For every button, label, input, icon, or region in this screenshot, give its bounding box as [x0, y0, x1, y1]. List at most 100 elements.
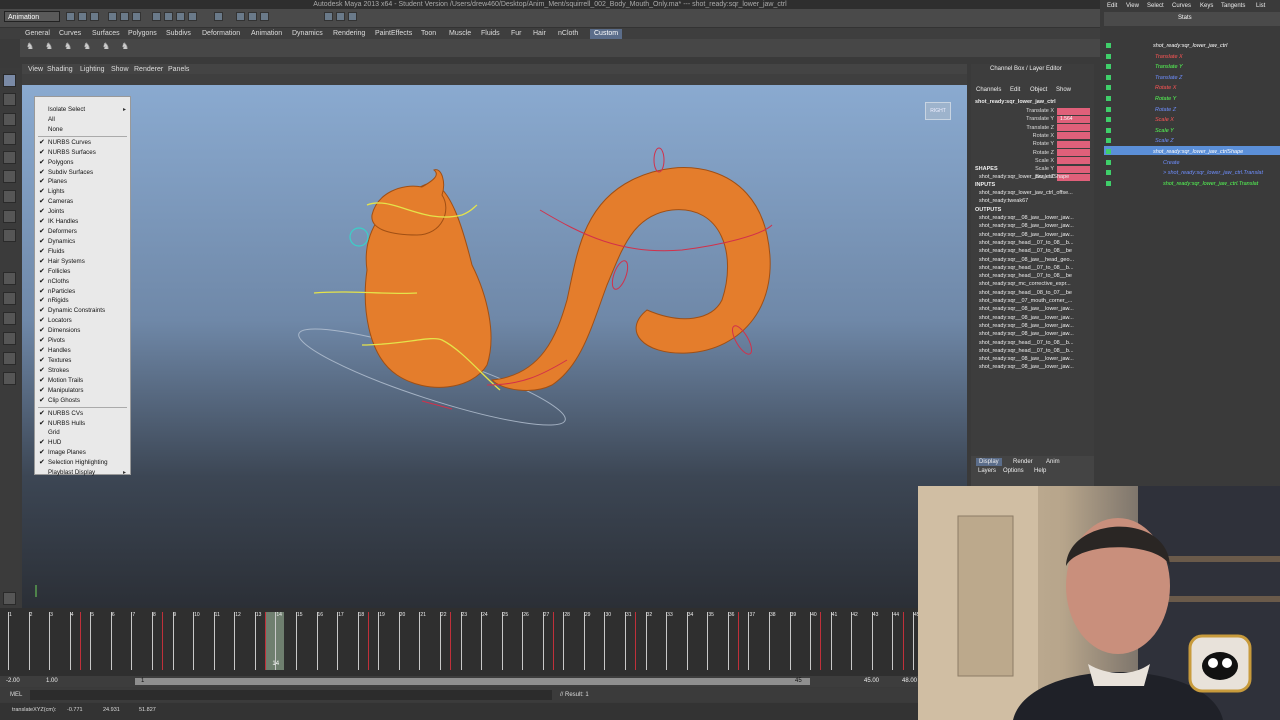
- show-menu-item[interactable]: Textures ✔: [35, 356, 130, 366]
- panel-menu-renderer[interactable]: Renderer: [134, 65, 163, 74]
- shelf-tool-icon[interactable]: ♞: [64, 41, 73, 52]
- graph-outliner-item[interactable]: Rotate Z: [1155, 105, 1176, 116]
- graph-menu-curves[interactable]: Curves: [1172, 2, 1191, 10]
- shelf-tab-polygons[interactable]: Polygons: [128, 29, 157, 39]
- start-time[interactable]: -2.00: [6, 677, 20, 686]
- history-icon[interactable]: [214, 12, 223, 21]
- layer-menu-help[interactable]: Help: [1034, 467, 1046, 475]
- shelf-options-icon[interactable]: [3, 592, 16, 605]
- show-menu-item[interactable]: Playblast Display ▸: [35, 468, 130, 478]
- shelf-tool-icon[interactable]: ♞: [26, 41, 35, 52]
- layout-hypershade-icon[interactable]: [3, 352, 16, 365]
- show-menu-item[interactable]: Joints ✔: [35, 207, 130, 217]
- soft-mod-icon[interactable]: [3, 229, 16, 242]
- shelf-tab-muscle[interactable]: Muscle: [449, 29, 471, 39]
- channel-attr-label[interactable]: Rotate X: [990, 132, 1054, 140]
- output-node[interactable]: shot_ready:sqr_head__07_to_08__be: [979, 247, 1072, 255]
- show-menu-item[interactable]: None: [35, 125, 130, 135]
- channel-box-menu-object[interactable]: Object: [1030, 86, 1047, 94]
- show-menu-item[interactable]: NURBS Hulls ✔: [35, 419, 130, 429]
- output-node[interactable]: shot_ready:sqr__07_mouth_corner_...: [979, 297, 1072, 305]
- panel-menu-view[interactable]: View: [28, 65, 43, 74]
- shelf-tab-animation[interactable]: Animation: [251, 29, 282, 39]
- shelf-tab-custom[interactable]: Custom: [590, 29, 623, 39]
- channel-attr-value[interactable]: [1057, 157, 1090, 165]
- shelf-tool-icon[interactable]: ♞: [102, 41, 111, 52]
- shelf-tab-dynamics[interactable]: Dynamics: [292, 29, 323, 39]
- graph-menu-select[interactable]: Select: [1147, 2, 1164, 10]
- show-menu-item[interactable]: Pivots ✔: [35, 336, 130, 346]
- render-settings-icon[interactable]: [260, 12, 269, 21]
- show-menu-item[interactable]: Selection Highlighting ✔: [35, 458, 130, 468]
- output-node[interactable]: shot_ready:sqr__08_jaw__lower_jaw...: [979, 363, 1074, 371]
- graph-menu-tangents[interactable]: Tangents: [1221, 2, 1245, 10]
- save-scene-icon[interactable]: [90, 12, 99, 21]
- channel-box-menu-channels[interactable]: Channels: [976, 86, 1001, 94]
- channel-attr-value[interactable]: [1057, 132, 1090, 140]
- output-node[interactable]: shot_ready:sqr__08_jaw__lower_jaw...: [979, 305, 1074, 313]
- output-node[interactable]: shot_ready:sqr__08_jaw__lower_jaw...: [979, 314, 1074, 322]
- shelf-tool-icon[interactable]: ♞: [45, 41, 54, 52]
- show-menu-item[interactable]: Polygons ✔: [35, 158, 130, 168]
- attribute-editor-icon[interactable]: [324, 12, 333, 21]
- channel-attr-label[interactable]: Scale X: [990, 157, 1054, 165]
- lasso-tool-icon[interactable]: [3, 93, 16, 106]
- shelf-tab-rendering[interactable]: Rendering: [333, 29, 365, 39]
- input-node[interactable]: shot_ready:sqr_lower_jaw_ctrl_offse...: [979, 189, 1073, 197]
- panel-menu-shading[interactable]: Shading: [47, 65, 73, 74]
- graph-menu-view[interactable]: View: [1126, 2, 1139, 10]
- graph-menu-list[interactable]: List: [1256, 2, 1265, 10]
- show-menu-item[interactable]: Follicles ✔: [35, 267, 130, 277]
- snap-curve-icon[interactable]: [164, 12, 173, 21]
- channel-attr-label[interactable]: Translate Z: [990, 124, 1054, 132]
- output-node[interactable]: shot_ready:sqr__08_jaw__lower_jaw...: [979, 322, 1074, 330]
- output-node[interactable]: shot_ready:sqr_head__07_to_08__be: [979, 272, 1072, 280]
- new-scene-icon[interactable]: [66, 12, 75, 21]
- snap-grid-icon[interactable]: [152, 12, 161, 21]
- show-menu-item[interactable]: NURBS Curves ✔: [35, 138, 130, 148]
- show-menu-item[interactable]: Handles ✔: [35, 346, 130, 356]
- scale-tool-icon[interactable]: [3, 170, 16, 183]
- show-menu-item[interactable]: Lights ✔: [35, 187, 130, 197]
- channel-box-icon[interactable]: [348, 12, 357, 21]
- select-hierarchy-icon[interactable]: [108, 12, 117, 21]
- show-menu-item[interactable]: HUD ✔: [35, 438, 130, 448]
- show-menu-item[interactable]: Subdiv Surfaces ✔: [35, 168, 130, 178]
- output-node[interactable]: shot_ready:sqr__08_jaw__lower_jaw...: [979, 231, 1074, 239]
- graph-outliner-item[interactable]: shot_ready:sqr_lower_jaw_ctrl: [1153, 41, 1227, 52]
- graph-outliner-item[interactable]: Translate X: [1155, 52, 1183, 63]
- shelf-tab-general[interactable]: General: [25, 29, 50, 39]
- show-menu-item[interactable]: Planes ✔: [35, 177, 130, 187]
- show-menu-item[interactable]: Fluids ✔: [35, 247, 130, 257]
- shelf-tab-subdivs[interactable]: Subdivs: [166, 29, 191, 39]
- output-node[interactable]: shot_ready:sqr_head__07_to_08__b...: [979, 264, 1074, 272]
- layout-single-icon[interactable]: [3, 272, 16, 285]
- graph-outliner-item[interactable]: Scale Y: [1155, 126, 1174, 137]
- view-cube[interactable]: RIGHT: [925, 102, 951, 120]
- output-node[interactable]: shot_ready:sqr_head__07_to_08__b...: [979, 239, 1074, 247]
- channel-attr-value[interactable]: [1057, 140, 1090, 148]
- graph-outliner-item[interactable]: Translate Y: [1155, 62, 1183, 73]
- show-menu-item[interactable]: NURBS CVs ✔: [35, 409, 130, 419]
- output-node[interactable]: shot_ready:sqr__08_jaw__lower_jaw...: [979, 222, 1074, 230]
- select-object-icon[interactable]: [120, 12, 129, 21]
- show-menu-item[interactable]: nParticles ✔: [35, 287, 130, 297]
- snap-point-icon[interactable]: [176, 12, 185, 21]
- layer-menu-options[interactable]: Options: [1003, 467, 1024, 475]
- graph-outliner-item[interactable]: Translate Z: [1155, 73, 1182, 84]
- output-node[interactable]: shot_ready:sqr__08_jaw__lower_jaw...: [979, 355, 1074, 363]
- graph-outliner-item[interactable]: > shot_ready:sqr_lower_jaw_ctrl.Translat: [1163, 168, 1263, 179]
- show-menu-item[interactable]: nRigids ✔: [35, 296, 130, 306]
- output-node[interactable]: shot_ready:sqr__08_jaw__lower_jaw...: [979, 330, 1074, 338]
- playback-end[interactable]: 45.00: [864, 677, 879, 686]
- ipr-render-icon[interactable]: [248, 12, 257, 21]
- open-scene-icon[interactable]: [78, 12, 87, 21]
- show-menu-item[interactable]: Hair Systems ✔: [35, 257, 130, 267]
- layer-tab-display[interactable]: Display: [976, 458, 1002, 466]
- playback-start[interactable]: 1.00: [46, 677, 58, 686]
- snap-plane-icon[interactable]: [188, 12, 197, 21]
- shelf-tab-toon[interactable]: Toon: [421, 29, 436, 39]
- output-node[interactable]: shot_ready:sqr_mc_corrective_expr...: [979, 280, 1071, 288]
- show-menu-item[interactable]: Image Planes ✔: [35, 448, 130, 458]
- layer-tab-anim[interactable]: Anim: [1043, 458, 1063, 466]
